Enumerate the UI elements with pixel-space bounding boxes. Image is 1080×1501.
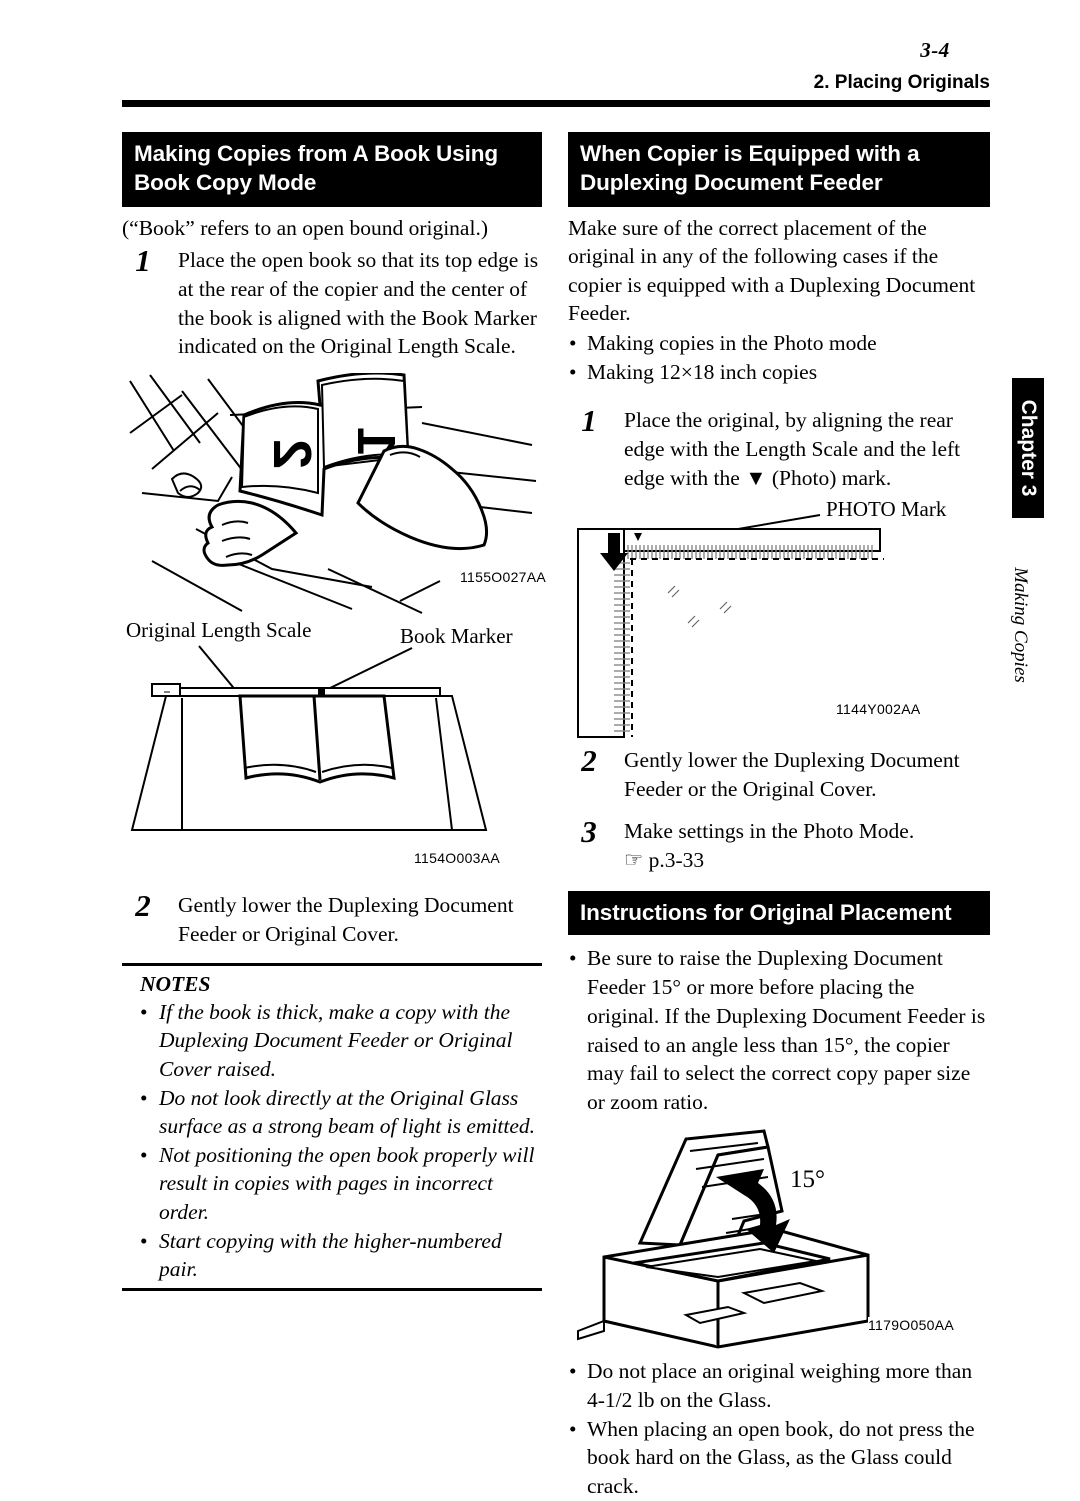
header-rule bbox=[122, 100, 990, 107]
instructions-bullets-bottom: Do not place an original weighing more t… bbox=[568, 1357, 990, 1501]
step-text: Gently lower the Duplexing Document Feed… bbox=[178, 893, 514, 947]
notes-list: If the book is thick, make a copy with t… bbox=[140, 998, 542, 1284]
chapter-section-tab: Making Copies bbox=[1000, 545, 1040, 705]
bullet-item: Making 12×18 inch copies bbox=[568, 358, 990, 387]
figure-3-id: 1144Y002AA bbox=[836, 700, 921, 717]
step-text: Place the open book so that its top edge… bbox=[178, 248, 539, 359]
step-text: Make settings in the Photo Mode. bbox=[624, 819, 915, 844]
chapter-tab-label: Chapter 3 bbox=[1017, 399, 1040, 497]
left-step-1: 1 Place the open book so that its top ed… bbox=[122, 243, 542, 361]
figure-original-length-scale: Original Length Scale Book Marker 1154O0… bbox=[122, 618, 542, 873]
figure-platen-art bbox=[130, 645, 488, 832]
step-text: Gently lower the Duplexing Document Feed… bbox=[624, 747, 960, 801]
right-intro-text: Make sure of the correct placement of th… bbox=[568, 215, 976, 326]
bullet-item: When placing an open book, do not press … bbox=[568, 1415, 990, 1501]
note-item: If the book is thick, make a copy with t… bbox=[140, 998, 542, 1084]
chapter-tab: Chapter 3 bbox=[1012, 378, 1044, 518]
figure-1-id: 1155O027AA bbox=[460, 569, 547, 586]
bullet-item: Be sure to raise the Duplexing Document … bbox=[568, 944, 990, 1117]
page-number: 3-4 bbox=[920, 38, 950, 62]
step-text: Place the original, by aligning the rear… bbox=[624, 408, 961, 491]
manual-page: 3-4 2. Placing Originals Making Copies f… bbox=[0, 0, 1080, 1498]
note-item: Do not look directly at the Original Gla… bbox=[140, 1084, 542, 1141]
right-section-heading: When Copier is Equipped with a Duplexing… bbox=[568, 132, 990, 207]
left-section-heading: Making Copies from A Book Using Book Cop… bbox=[122, 132, 542, 207]
right-step-3: 3 Make settings in the Photo Mode. ☞ p.3… bbox=[568, 814, 990, 875]
right-column: When Copier is Equipped with a Duplexing… bbox=[568, 132, 990, 1501]
cross-reference: ☞ p.3-33 bbox=[624, 848, 705, 873]
left-intro-text: (“Book” refers to an open bound original… bbox=[122, 215, 488, 240]
callout-original-length-scale: Original Length Scale bbox=[126, 618, 312, 643]
right-step-2: 2 Gently lower the Duplexing Document Fe… bbox=[568, 742, 990, 804]
figure-photo-mark-art bbox=[577, 513, 884, 738]
notes-box: NOTES If the book is thick, make a copy … bbox=[122, 962, 542, 1291]
notes-bottom-rule bbox=[122, 1287, 542, 1291]
angle-label-text: 15° bbox=[790, 1166, 825, 1193]
left-step-2: 2 Gently lower the Duplexing Document Fe… bbox=[122, 888, 542, 949]
step-number: 1 bbox=[135, 243, 151, 279]
bullet-item: Do not place an original weighing more t… bbox=[568, 1357, 990, 1415]
instructions-bullets-top: Be sure to raise the Duplexing Document … bbox=[568, 944, 990, 1117]
step-number: 2 bbox=[581, 742, 597, 778]
step-number: 2 bbox=[135, 888, 151, 924]
figure-4-id: 1179O050AA bbox=[868, 1317, 957, 1334]
step-number: 3 bbox=[581, 814, 597, 850]
figure-cover-angle: 15° 1179O050AA 1179O050AA bbox=[568, 1125, 990, 1351]
callout-book-marker: Book Marker bbox=[400, 624, 513, 649]
left-column: Making Copies from A Book Using Book Cop… bbox=[122, 132, 546, 1291]
bullet-item: Making copies in the Photo mode bbox=[568, 329, 990, 358]
svg-text:2: 2 bbox=[262, 439, 322, 469]
callout-photo-mark: PHOTO Mark bbox=[826, 496, 947, 521]
chapter-section-label: Making Copies bbox=[1010, 567, 1031, 683]
notes-title: NOTES bbox=[140, 971, 211, 996]
step-number: 1 bbox=[581, 403, 597, 439]
figure-2-id: 1154O003AA bbox=[414, 850, 501, 867]
instructions-heading: Instructions for Original Placement bbox=[568, 891, 990, 936]
figure-book-placement: 2 1 1155O027AA 1155O027AA bbox=[122, 373, 546, 618]
right-intro-bullets: Making copies in the Photo mode Making 1… bbox=[568, 329, 990, 387]
figure-photo-mark: PHOTO Mark 1144Y002AA bbox=[568, 497, 990, 742]
right-step-1: 1 Place the original, by aligning the re… bbox=[568, 403, 990, 492]
note-item: Start copying with the higher-numbered p… bbox=[140, 1227, 542, 1284]
note-item: Not positioning the open book properly w… bbox=[140, 1141, 542, 1227]
running-head: 2. Placing Originals bbox=[813, 72, 990, 93]
